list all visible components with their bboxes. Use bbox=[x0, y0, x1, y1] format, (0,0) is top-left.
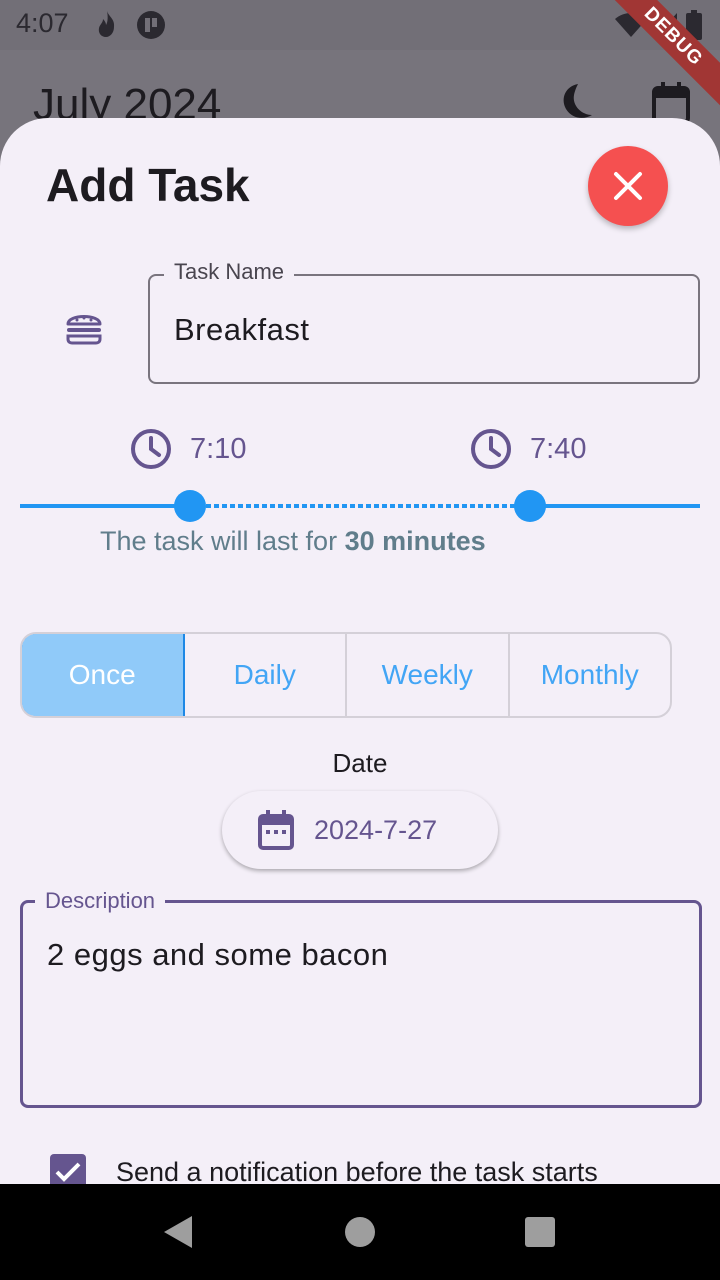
frequency-selector: Once Daily Weekly Monthly bbox=[20, 632, 672, 718]
close-icon bbox=[614, 172, 642, 200]
close-button[interactable] bbox=[588, 146, 668, 226]
task-name-label: Task Name bbox=[164, 259, 295, 285]
slider-track-active bbox=[190, 504, 530, 508]
start-time: 7:10 bbox=[190, 432, 247, 465]
description-label: Description bbox=[35, 888, 166, 914]
clock-icon bbox=[131, 429, 171, 469]
task-name-field[interactable]: Task Name Breakfast bbox=[148, 259, 700, 384]
duration-prefix: The task will last for bbox=[100, 526, 345, 556]
back-icon bbox=[164, 1216, 192, 1248]
frequency-monthly[interactable]: Monthly bbox=[510, 634, 671, 716]
app-icon bbox=[136, 10, 166, 45]
frequency-once[interactable]: Once bbox=[22, 634, 185, 716]
notification-option[interactable]: Send a notification before the task star… bbox=[50, 1154, 598, 1184]
duration-value: 30 minutes bbox=[344, 526, 486, 556]
check-icon bbox=[55, 1162, 81, 1182]
status-time: 4:07 bbox=[16, 8, 69, 38]
home-button[interactable] bbox=[345, 1217, 375, 1247]
recents-button[interactable] bbox=[525, 1217, 555, 1247]
hamburger-icon[interactable] bbox=[64, 308, 104, 353]
date-picker-button[interactable]: 2024-7-27 bbox=[222, 791, 498, 869]
clock-icon bbox=[471, 429, 511, 469]
flame-icon bbox=[96, 10, 118, 43]
description-field[interactable]: Description 2 eggs and some bacon bbox=[20, 888, 702, 1108]
add-task-sheet: Add Task Task Name Breakfast 7:10 7:40 T… bbox=[0, 118, 720, 1184]
time-range-slider[interactable] bbox=[20, 490, 700, 522]
notification-checkbox[interactable] bbox=[50, 1154, 86, 1184]
navigation-bar bbox=[0, 1184, 720, 1280]
frequency-weekly[interactable]: Weekly bbox=[347, 634, 510, 716]
end-time: 7:40 bbox=[530, 432, 587, 465]
duration-text: The task will last for 30 minutes bbox=[100, 526, 486, 557]
date-label: Date bbox=[332, 748, 388, 778]
frequency-daily[interactable]: Daily bbox=[185, 634, 347, 716]
slider-thumb-start[interactable] bbox=[174, 490, 206, 522]
calendar-icon bbox=[258, 810, 294, 850]
description-value[interactable]: 2 eggs and some bacon bbox=[47, 937, 388, 973]
slider-track-left bbox=[20, 504, 190, 508]
notification-label: Send a notification before the task star… bbox=[116, 1156, 598, 1185]
start-time-button[interactable]: 7:10 bbox=[130, 428, 246, 470]
task-name-value[interactable]: Breakfast bbox=[174, 312, 309, 348]
date-value: 2024-7-27 bbox=[314, 814, 438, 845]
slider-thumb-end[interactable] bbox=[514, 490, 546, 522]
back-button[interactable] bbox=[162, 1215, 194, 1254]
sheet-title: Add Task bbox=[46, 159, 250, 211]
end-time-button[interactable]: 7:40 bbox=[470, 428, 586, 470]
slider-track-right bbox=[530, 504, 700, 508]
status-bar: 4:07 bbox=[0, 0, 720, 50]
